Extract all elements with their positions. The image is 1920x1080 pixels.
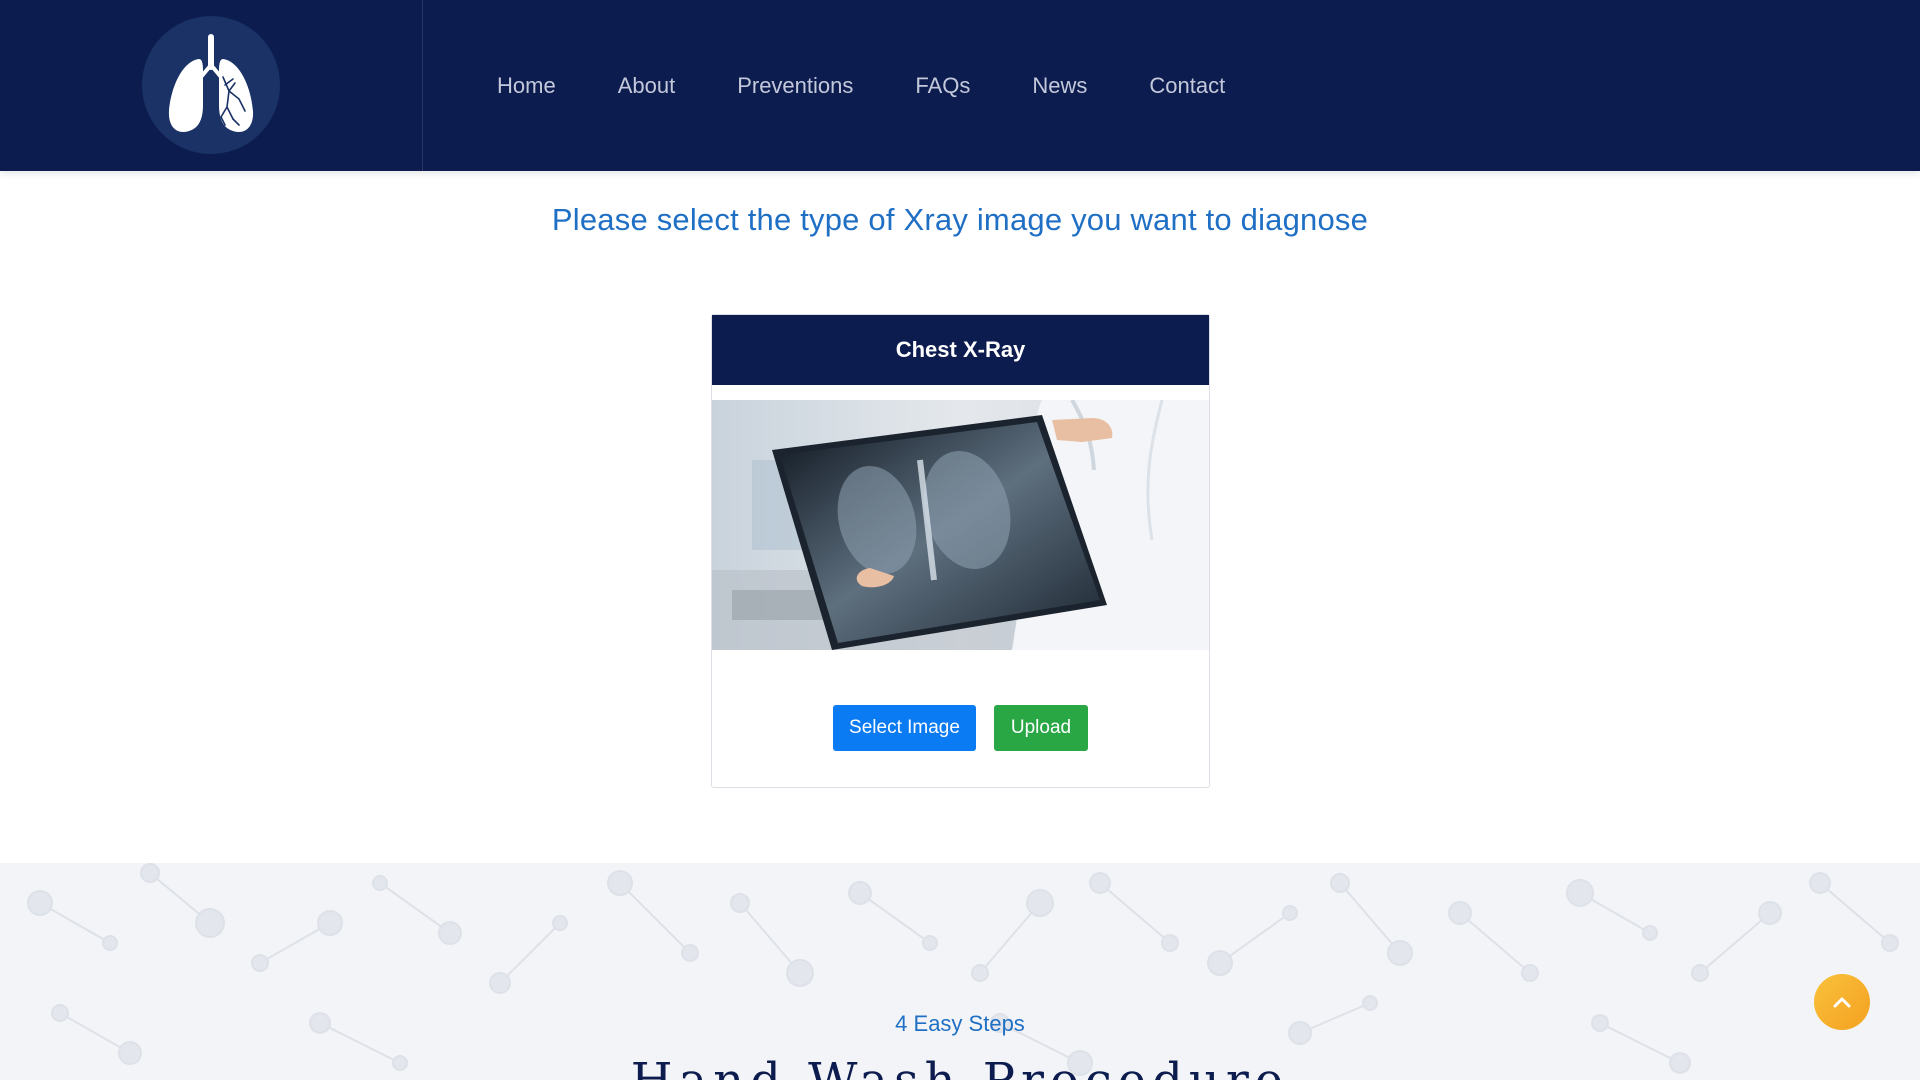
upload-button[interactable]: Upload bbox=[994, 705, 1088, 751]
lungs-icon bbox=[168, 34, 254, 133]
logo[interactable] bbox=[142, 16, 280, 154]
card-title: Chest X-Ray bbox=[712, 315, 1209, 385]
select-image-button[interactable]: Select Image bbox=[833, 705, 976, 751]
nav-faqs[interactable]: FAQs bbox=[915, 73, 970, 99]
molecule-pattern-background bbox=[27, 863, 1899, 1076]
xray-type-card: Chest X-Ray Select Image Upload bbox=[711, 314, 1210, 788]
section-kicker: 4 Easy Steps bbox=[895, 1011, 1025, 1036]
chest-xray-image bbox=[712, 400, 1209, 650]
nav-home[interactable]: Home bbox=[497, 73, 556, 99]
card-actions: Select Image Upload bbox=[712, 705, 1209, 751]
site-header: Home About Preventions FAQs News Contact bbox=[0, 0, 1920, 171]
main-nav: Home About Preventions FAQs News Contact bbox=[497, 0, 1287, 171]
logo-area bbox=[0, 0, 423, 171]
section-title: Hand Wash Procedure bbox=[0, 1053, 1920, 1080]
doctor-holding-xray-illustration bbox=[712, 400, 1209, 650]
nav-contact[interactable]: Contact bbox=[1149, 73, 1225, 99]
nav-news[interactable]: News bbox=[1032, 73, 1087, 99]
page-prompt: Please select the type of Xray image you… bbox=[551, 202, 1369, 237]
chevron-up-icon bbox=[1833, 997, 1851, 1008]
hand-wash-section: 4 Easy Steps Hand Wash Procedure bbox=[0, 863, 1920, 1080]
back-to-top-button[interactable] bbox=[1814, 974, 1870, 1030]
nav-about[interactable]: About bbox=[618, 73, 676, 99]
nav-preventions[interactable]: Preventions bbox=[737, 73, 853, 99]
